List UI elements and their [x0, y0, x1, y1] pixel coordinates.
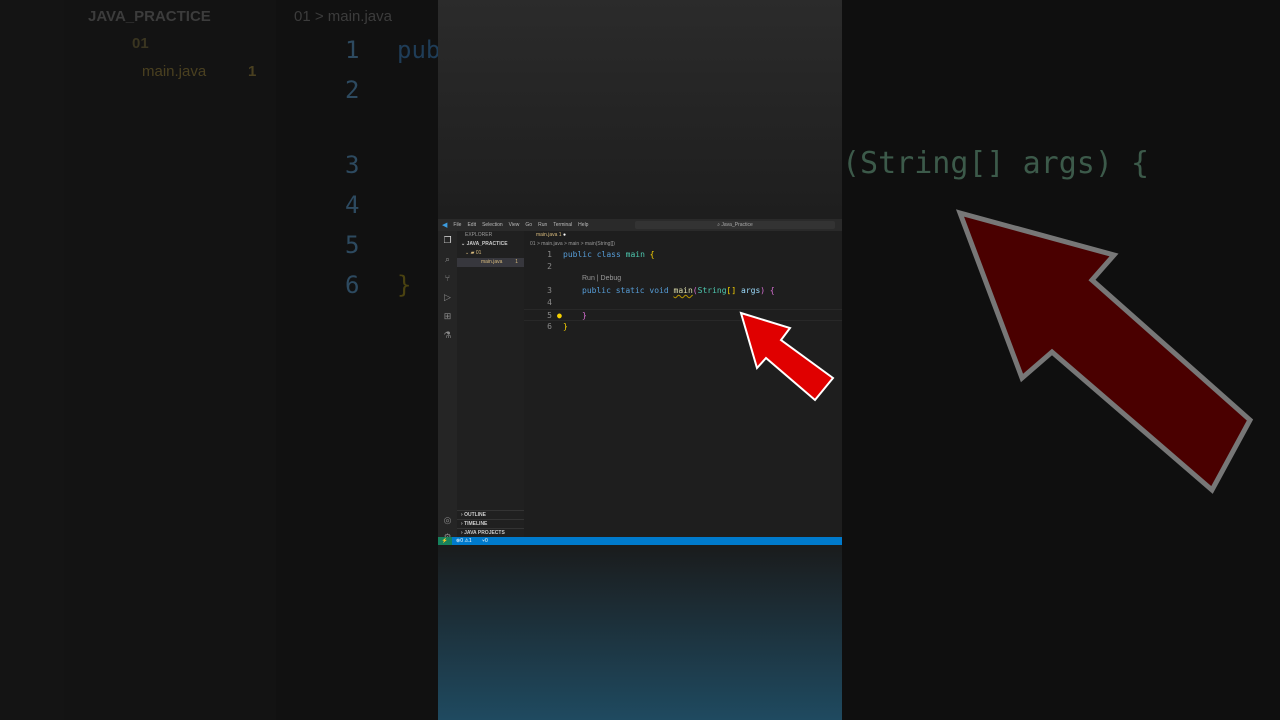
menu-file[interactable]: File: [453, 222, 461, 228]
activity-bar: ❐ ⌕ ⑂ ▷ ⊞ ⚗ ◎ ⚙: [438, 231, 457, 542]
source-control-icon[interactable]: ⑂: [438, 269, 457, 288]
bg-line-number: 3: [345, 151, 360, 179]
menu-selection[interactable]: Selection: [482, 222, 503, 228]
code-line: 6}: [547, 322, 568, 331]
problem-badge: 1: [515, 259, 518, 265]
folder-01[interactable]: ⌄ ▰ 01: [457, 249, 524, 258]
menu-terminal[interactable]: Terminal: [553, 222, 572, 228]
bg-line-number: 6: [345, 271, 360, 299]
code-line: 1 public class main {: [547, 250, 655, 259]
code-line: 2: [547, 262, 552, 271]
testing-icon[interactable]: ⚗: [438, 326, 457, 345]
section-java-projects[interactable]: › JAVA PROJECTS: [457, 528, 524, 537]
section-timeline[interactable]: › TIMELINE: [457, 519, 524, 528]
bg-badge: 1: [248, 63, 257, 80]
explorer-panel: EXPLORER ⌄ JAVA_PRACTICE ⌄ ▰ 01 main.jav…: [457, 231, 524, 537]
bg-breadcrumb: 01 > main.java: [294, 8, 392, 25]
file-main-java[interactable]: main.java 1: [457, 258, 524, 267]
folder-root[interactable]: ⌄ JAVA_PRACTICE: [457, 240, 524, 249]
bg-line-number: 5: [345, 231, 360, 259]
menu-run[interactable]: Run: [538, 222, 547, 228]
menu-view[interactable]: View: [509, 222, 520, 228]
extensions-icon[interactable]: ⊞: [438, 307, 457, 326]
breadcrumb[interactable]: 01 > main.java > main > main(String[]): [524, 240, 842, 249]
title-bar: ◀ File Edit Selection View Go Run Termin…: [438, 219, 842, 231]
bg-line-number: 4: [345, 191, 360, 219]
section-label: JAVA PROJECTS: [464, 530, 505, 536]
menu-go[interactable]: Go: [525, 222, 532, 228]
command-center-search[interactable]: ⌕ Java_Practice: [635, 221, 835, 229]
bg-file: main.java: [142, 63, 207, 80]
bg-line-number: 1: [345, 36, 360, 64]
bg-arrow-icon: [955, 209, 1254, 494]
vscode-logo-icon: ◀: [442, 222, 448, 229]
search-label: Java_Practice: [721, 222, 753, 228]
problems-status[interactable]: ⊗0 ⚠1: [456, 537, 472, 545]
bg-sidebar: [64, 0, 276, 720]
bg-code: publ: [397, 36, 438, 64]
tab-main-java[interactable]: main.java 1 ●: [524, 231, 842, 240]
bg-activity-bar: [0, 0, 64, 720]
bg-folder: JAVA_PRACTICE: [88, 8, 211, 25]
file-label: main.java: [481, 259, 503, 265]
explorer-icon[interactable]: ❐: [438, 231, 457, 250]
codelens-run-debug[interactable]: Run | Debug: [524, 273, 842, 285]
explorer-title: EXPLORER: [465, 232, 493, 238]
section-label: TIMELINE: [464, 521, 488, 527]
unsaved-dot-icon: ●: [562, 232, 566, 238]
section-outline[interactable]: › OUTLINE: [457, 510, 524, 519]
menu-help[interactable]: Help: [578, 222, 588, 228]
blurred-background-right: (String[] args) {: [842, 0, 1280, 720]
vscode-window: ◀ File Edit Selection View Go Run Termin…: [438, 219, 842, 545]
section-label: OUTLINE: [464, 512, 487, 518]
editor[interactable]: main.java 1 ● 01 > main.java > main > ma…: [524, 231, 842, 537]
code-line-current: 5 ●}: [524, 309, 842, 321]
status-bar: ⚡ ⊗0 ⚠1 ⑂0: [438, 537, 842, 545]
folder-label: 01: [475, 250, 482, 256]
code-line: 3 public static void main(String[] args) …: [547, 286, 775, 295]
bg-brace: }: [397, 271, 412, 299]
bg-line-number: 2: [345, 76, 360, 104]
tab-label: main.java 1: [536, 232, 562, 238]
bg-subfolder: 01: [132, 35, 149, 52]
blurred-background-left: JAVA_PRACTICE 01 main.java 1 01 > main.j…: [0, 0, 438, 720]
folder-root-label: JAVA_PRACTICE: [466, 241, 508, 247]
remote-icon[interactable]: ⚡: [438, 537, 452, 545]
menu-edit[interactable]: Edit: [467, 222, 476, 228]
search-icon[interactable]: ⌕: [438, 250, 457, 269]
ports-status[interactable]: ⑂0: [482, 537, 488, 545]
run-debug-icon[interactable]: ▷: [438, 288, 457, 307]
code-line: 4: [547, 298, 552, 307]
